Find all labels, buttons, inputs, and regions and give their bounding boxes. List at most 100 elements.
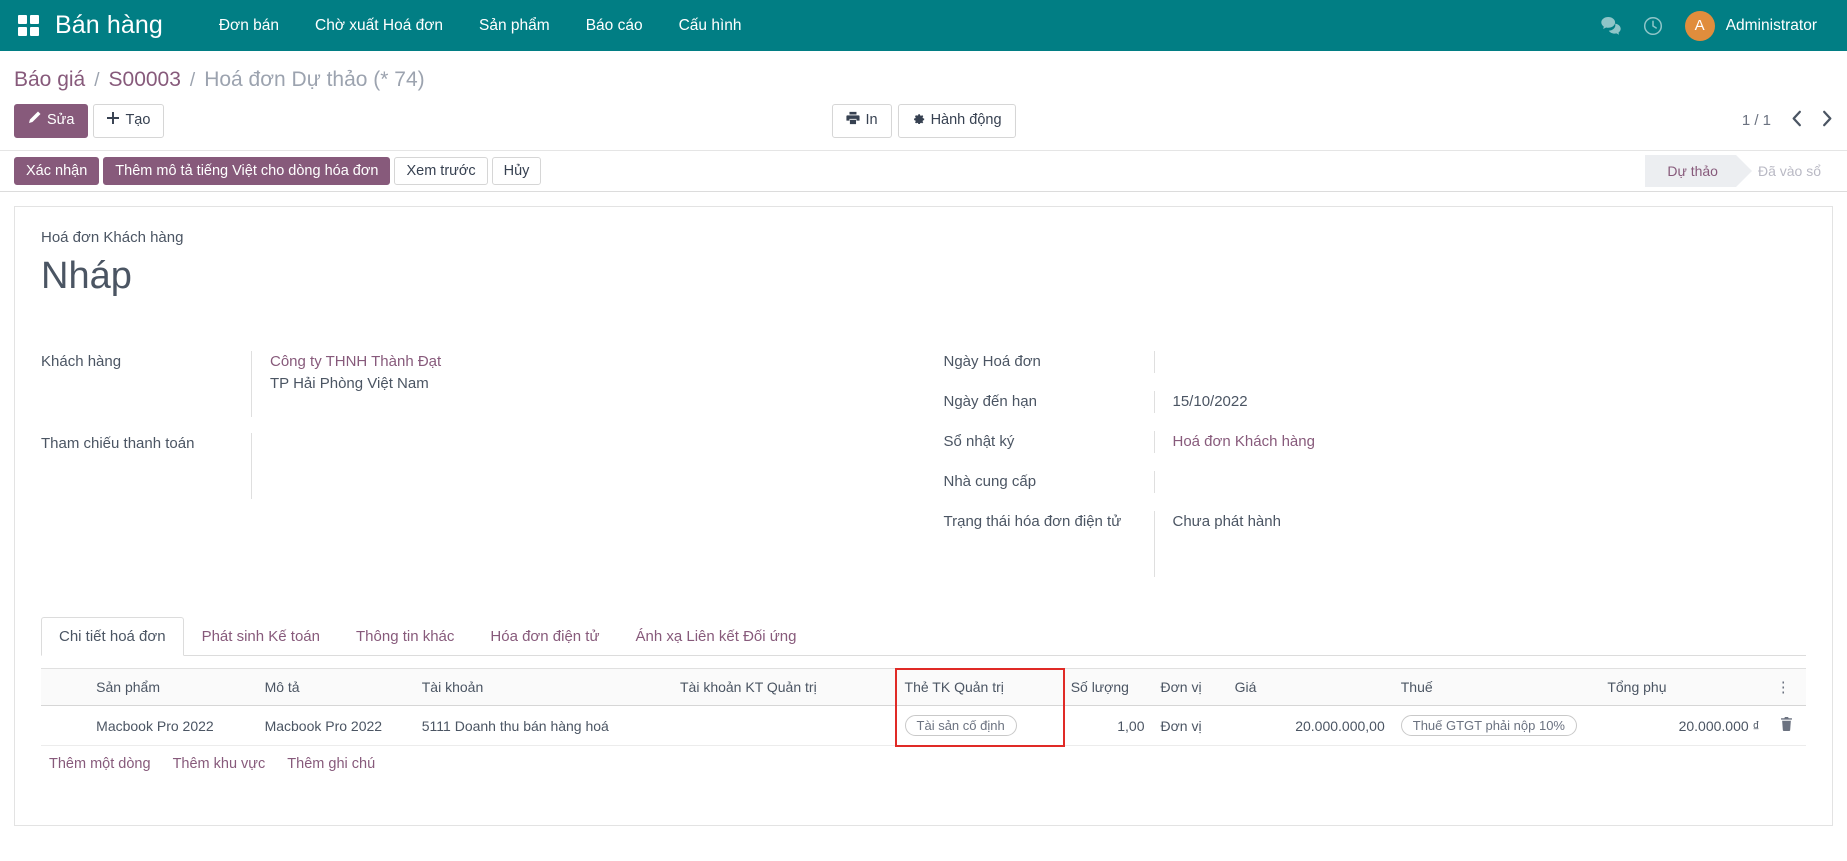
breadcrumb-root[interactable]: Báo giá — [14, 68, 85, 92]
col-header-analytic-tags[interactable]: Thẻ TK Quản trị — [897, 669, 1063, 706]
clock-icon[interactable] — [1643, 16, 1663, 36]
field-customer-address: TP Hải Phòng Việt Nam — [270, 373, 884, 395]
field-customer: Khách hàng Công ty THNH Thành Đạt TP Hải… — [41, 351, 884, 417]
cell-price[interactable]: 20.000.000,00 — [1227, 706, 1393, 746]
sheet-wrapper: Hoá đơn Khách hàng Nháp Khách hàng Công … — [0, 192, 1847, 826]
col-header-analytic-account[interactable]: Tài khoản KT Quản trị — [672, 669, 897, 706]
col-header-price[interactable]: Giá — [1227, 669, 1393, 706]
form-subtitle: Hoá đơn Khách hàng — [41, 229, 1806, 246]
breadcrumb-separator-2: / — [190, 70, 195, 92]
col-header-description[interactable]: Mô tả — [257, 669, 414, 706]
confirm-button[interactable]: Xác nhận — [14, 157, 99, 185]
delete-line-button[interactable] — [1768, 706, 1806, 746]
user-name-label: Administrator — [1726, 17, 1817, 35]
row-handle[interactable] — [41, 706, 88, 746]
chevron-right-icon[interactable] — [1822, 110, 1833, 131]
field-customer-label: Khách hàng — [41, 351, 251, 373]
pencil-icon — [28, 111, 41, 131]
messages-icon[interactable] — [1601, 17, 1621, 35]
col-header-quantity[interactable]: Số lượng — [1063, 669, 1153, 706]
tab-invoice-lines[interactable]: Chi tiết hoá đơn — [41, 617, 184, 656]
field-payment-reference: Tham chiếu thanh toán — [41, 433, 884, 499]
tab-mapping[interactable]: Ánh xạ Liên kết Đối ứng — [618, 617, 815, 656]
form-columns: Khách hàng Công ty THNH Thành Đạt TP Hải… — [41, 351, 1806, 593]
col-header-taxes[interactable]: Thuế — [1393, 669, 1600, 706]
row-handle-header — [41, 669, 88, 706]
field-invoice-date-label: Ngày Hoá đơn — [944, 351, 1154, 373]
cell-uom[interactable]: Đơn vị — [1153, 706, 1227, 746]
menu-item-cho-xuat-hoa-don[interactable]: Chờ xuất Hoá đơn — [297, 11, 461, 41]
status-bar: Xác nhận Thêm mô tả tiếng Việt cho dòng … — [0, 150, 1847, 192]
apps-grid-icon[interactable] — [18, 15, 39, 36]
col-header-subtotal[interactable]: Tổng phụ — [1599, 669, 1767, 706]
col-header-uom[interactable]: Đơn vị — [1153, 669, 1227, 706]
table-row[interactable]: Macbook Pro 2022 Macbook Pro 2022 5111 D… — [41, 706, 1806, 746]
navbar-systray: A Administrator — [1601, 11, 1829, 41]
field-einvoice-status-value: Chưa phát hành — [1154, 511, 1767, 577]
tab-einvoice[interactable]: Hóa đơn điện tử — [472, 617, 617, 656]
breadcrumb: Báo giá / S00003 / Hoá đơn Dự thảo (* 74… — [0, 51, 1847, 92]
status-stage-posted[interactable]: Đã vào sổ — [1736, 155, 1847, 187]
cell-analytic-tags[interactable]: Tài sản cố định — [897, 706, 1063, 746]
form-sheet: Hoá đơn Khách hàng Nháp Khách hàng Công … — [14, 206, 1833, 826]
field-customer-name[interactable]: Công ty THNH Thành Đạt — [270, 351, 884, 373]
print-button[interactable]: In — [831, 104, 891, 139]
app-brand-title[interactable]: Bán hàng — [55, 11, 163, 40]
table-header-row: Sản phẩm Mô tả Tài khoản Tài khoản KT Qu… — [41, 669, 1806, 706]
printer-icon — [845, 111, 859, 132]
center-actions: In Hành động — [831, 104, 1015, 139]
breadcrumb-separator-1: / — [94, 70, 99, 92]
user-menu[interactable]: A Administrator — [1685, 11, 1817, 41]
add-line-links: Thêm một dòng Thêm khu vực Thêm ghi chú — [41, 746, 1806, 782]
field-supplier-label: Nhà cung cấp — [944, 471, 1154, 493]
add-vietnamese-description-button[interactable]: Thêm mô tả tiếng Việt cho dòng hóa đơn — [103, 157, 390, 185]
field-supplier-value[interactable] — [1154, 471, 1767, 493]
cell-subtotal: 20.000.000 ₫ — [1599, 706, 1767, 746]
add-a-line-link[interactable]: Thêm một dòng — [49, 756, 151, 772]
breadcrumb-parent[interactable]: S00003 — [109, 68, 181, 92]
page-title: Nháp — [41, 256, 1806, 298]
status-stage-draft[interactable]: Dự thảo — [1645, 155, 1736, 187]
col-header-product[interactable]: Sản phẩm — [88, 669, 256, 706]
field-customer-value[interactable]: Công ty THNH Thành Đạt TP Hải Phòng Việt… — [251, 351, 884, 417]
edit-button-label: Sửa — [47, 111, 74, 131]
preview-button[interactable]: Xem trước — [394, 157, 487, 185]
form-left-column: Khách hàng Công ty THNH Thành Đạt TP Hải… — [41, 351, 924, 593]
menu-item-don-ban[interactable]: Đơn bán — [201, 11, 297, 41]
tab-other-info[interactable]: Thông tin khác — [338, 617, 472, 656]
column-options-icon[interactable]: ⋮ — [1768, 669, 1806, 706]
chevron-left-icon[interactable] — [1791, 110, 1802, 131]
field-journal-value[interactable]: Hoá đơn Khách hàng — [1154, 431, 1767, 453]
cell-description[interactable]: Macbook Pro 2022 — [257, 706, 414, 746]
form-right-column: Ngày Hoá đơn Ngày đến hạn 15/10/2022 Sổ … — [924, 351, 1807, 593]
cell-account[interactable]: 5111 Doanh thu bán hàng hoá — [414, 706, 672, 746]
cell-quantity[interactable]: 1,00 — [1063, 706, 1153, 746]
field-payment-reference-value[interactable] — [251, 433, 884, 499]
create-button[interactable]: Tạo — [93, 104, 164, 138]
add-a-note-link[interactable]: Thêm ghi chú — [287, 756, 375, 772]
field-due-date: Ngày đến hạn 15/10/2022 — [944, 391, 1767, 415]
action-button[interactable]: Hành động — [898, 104, 1016, 139]
field-invoice-date-value[interactable] — [1154, 351, 1767, 373]
tab-accounting-entries[interactable]: Phát sinh Kế toán — [184, 617, 338, 656]
analytic-tag-badge: Tài sản cố định — [905, 715, 1017, 736]
invoice-lines-zone: Sản phẩm Mô tả Tài khoản Tài khoản KT Qu… — [41, 668, 1806, 782]
pager-counter: 1 / 1 — [1742, 112, 1771, 129]
edit-button[interactable]: Sửa — [14, 104, 88, 138]
col-header-account[interactable]: Tài khoản — [414, 669, 672, 706]
notebook-tabs: Chi tiết hoá đơn Phát sinh Kế toán Thông… — [41, 617, 1806, 656]
field-due-date-value[interactable]: 15/10/2022 — [1154, 391, 1767, 413]
notebook: Chi tiết hoá đơn Phát sinh Kế toán Thông… — [41, 617, 1806, 782]
cell-product[interactable]: Macbook Pro 2022 — [88, 706, 256, 746]
top-navbar: Bán hàng Đơn bán Chờ xuất Hoá đơn Sản ph… — [0, 0, 1847, 51]
record-actions: Sửa Tạo — [14, 104, 164, 138]
menu-item-bao-cao[interactable]: Báo cáo — [568, 11, 661, 41]
cell-taxes[interactable]: Thuế GTGT phải nộp 10% — [1393, 706, 1600, 746]
field-supplier: Nhà cung cấp — [944, 471, 1767, 495]
cell-analytic-account[interactable] — [672, 706, 897, 746]
cancel-button[interactable]: Hủy — [492, 157, 542, 185]
add-a-section-link[interactable]: Thêm khu vực — [173, 756, 266, 772]
breadcrumb-current: Hoá đơn Dự thảo (* 74) — [204, 68, 424, 92]
menu-item-san-pham[interactable]: Sản phẩm — [461, 11, 568, 41]
menu-item-cau-hinh[interactable]: Cấu hình — [661, 11, 760, 41]
